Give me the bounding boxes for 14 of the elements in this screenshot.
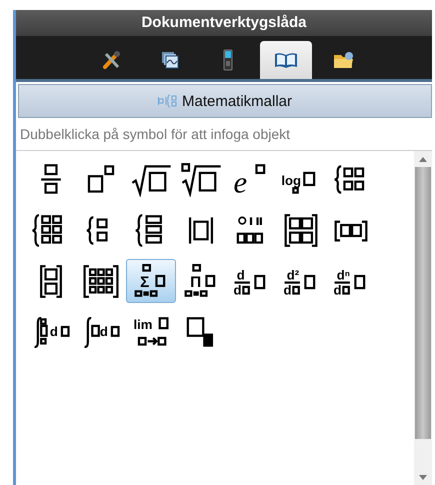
- template-icon: [158, 94, 178, 108]
- scrollbar[interactable]: [414, 151, 432, 485]
- nth-root-template-icon: [179, 162, 223, 196]
- toolbox-tab[interactable]: [260, 41, 312, 79]
- window-title: Dokumentverktygslåda: [16, 10, 432, 36]
- hint-text: Dubbelklicka på symbol för att infoga objekt: [16, 118, 432, 151]
- book-icon: [274, 51, 298, 69]
- pages-icon: [160, 50, 180, 70]
- scrollbar-thumb[interactable]: [415, 167, 431, 439]
- tools-icon: [102, 50, 122, 70]
- handheld-icon: [222, 49, 234, 71]
- folder-icon: [333, 50, 355, 70]
- section-title: Matematikmallar: [182, 92, 292, 110]
- section-header[interactable]: Matematikmallar: [18, 84, 432, 118]
